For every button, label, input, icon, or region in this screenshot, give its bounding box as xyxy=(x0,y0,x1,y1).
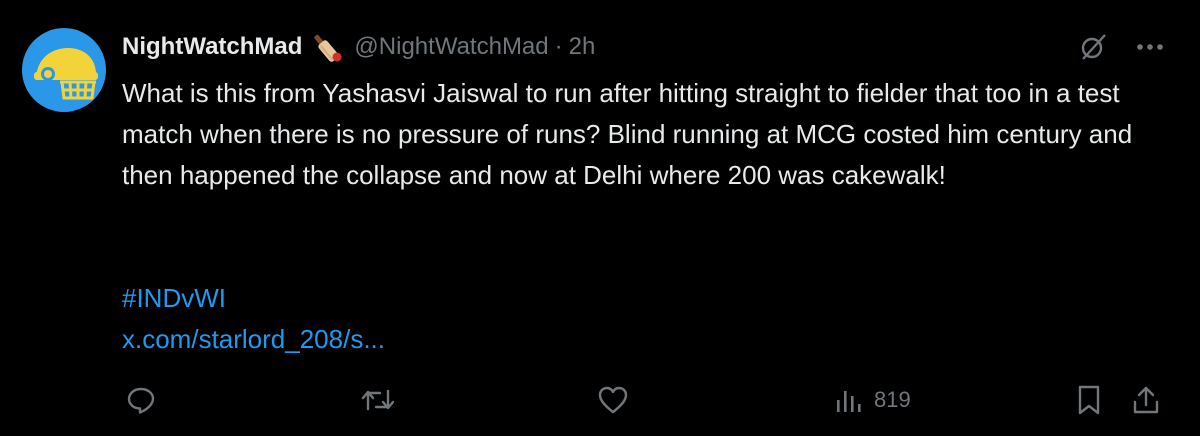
tweet-links: #INDvWI x.com/starlord_208/s... xyxy=(122,278,385,360)
tweet-card[interactable]: NightWatchMad @NightWatchMad · 2h What i… xyxy=(0,0,1200,436)
tweet-header: NightWatchMad @NightWatchMad · 2h xyxy=(122,31,595,63)
views-count: 819 xyxy=(874,387,911,412)
user-handle[interactable]: @NightWatchMad xyxy=(354,31,548,63)
display-name[interactable]: NightWatchMad xyxy=(122,31,302,63)
like-button[interactable] xyxy=(597,376,629,424)
views-button[interactable]: 819 xyxy=(834,376,911,424)
like-icon xyxy=(598,386,628,414)
timestamp[interactable]: 2h xyxy=(569,31,596,63)
reply-button[interactable] xyxy=(126,376,156,424)
avatar[interactable] xyxy=(22,28,106,112)
hashtag-link[interactable]: #INDvWI xyxy=(122,278,385,319)
more-icon[interactable] xyxy=(1136,42,1164,52)
retweet-icon xyxy=(361,389,395,411)
separator-dot: · xyxy=(554,33,563,60)
bookmark-icon xyxy=(1078,385,1100,415)
helmet-icon xyxy=(34,48,98,100)
views-icon xyxy=(837,391,861,412)
tweet-text: What is this from Yashasvi Jaiswal to ru… xyxy=(122,73,1177,196)
bookmark-button[interactable] xyxy=(1075,376,1103,424)
share-icon xyxy=(1133,386,1159,414)
retweet-button[interactable] xyxy=(360,376,396,424)
url-link[interactable]: x.com/starlord_208/s... xyxy=(122,319,385,360)
tweet-top-actions xyxy=(1078,32,1164,62)
grok-icon[interactable] xyxy=(1078,32,1108,62)
cricket-bat-icon xyxy=(310,31,344,63)
tweet-body: What is this from Yashasvi Jaiswal to ru… xyxy=(122,78,1133,190)
share-button[interactable] xyxy=(1131,376,1161,424)
tweet-action-bar: 819 xyxy=(0,376,1200,424)
reply-icon xyxy=(127,387,155,414)
